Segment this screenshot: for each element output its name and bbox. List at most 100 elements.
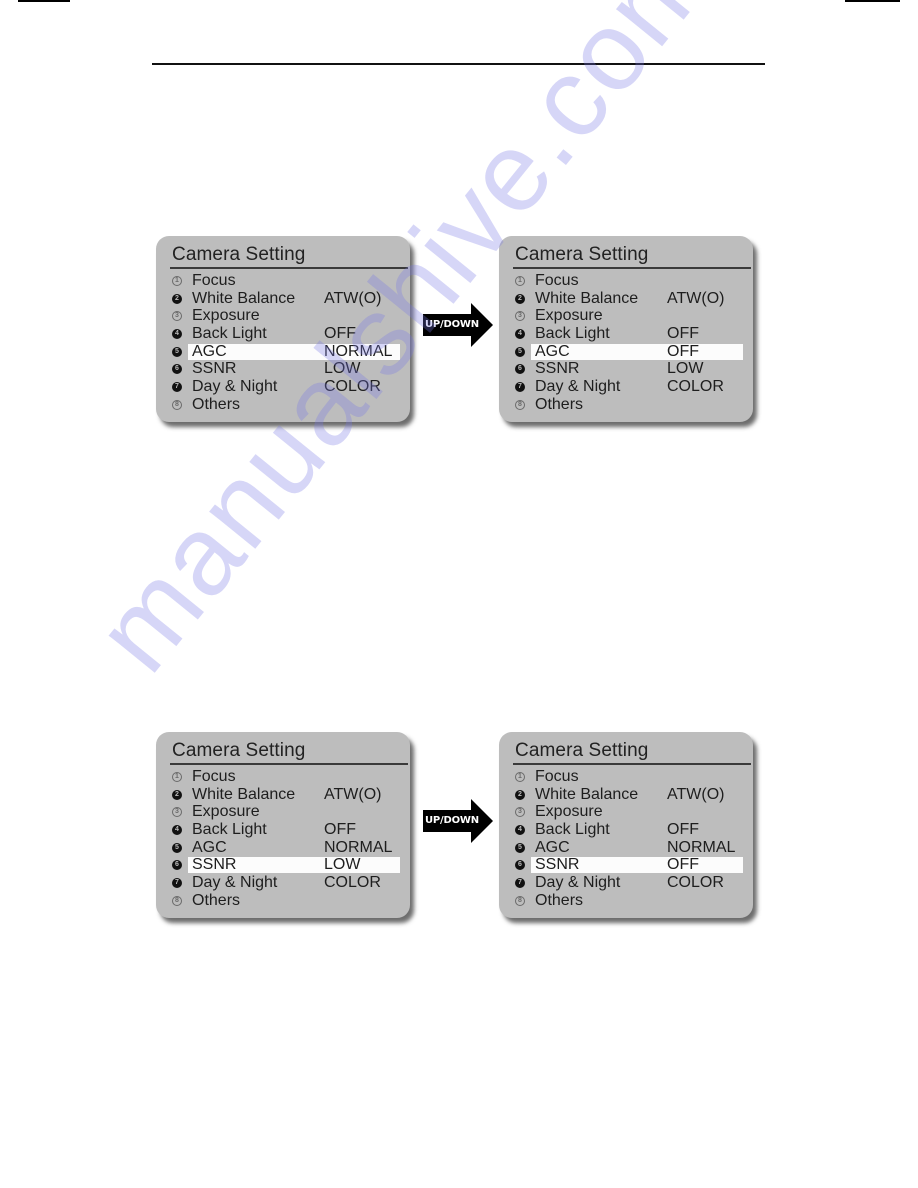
number-circle-icon: 8 bbox=[172, 895, 182, 906]
menu-item-others[interactable]: 8 Others bbox=[513, 396, 741, 414]
number-circle-icon: 4 bbox=[515, 329, 525, 340]
menu-item-others[interactable]: 8 Others bbox=[170, 396, 398, 414]
menu-list: 1 Focus 2 White Balance ATW(O) 3 Exposure 4 Back… bbox=[170, 768, 400, 910]
menu-item-focus[interactable]: 1 Focus bbox=[513, 768, 741, 786]
menu-item-value: OFF bbox=[324, 325, 356, 343]
menu-title: Camera Setting bbox=[172, 740, 306, 761]
menu-item-value: LOW bbox=[324, 856, 361, 874]
menu-item-label: AGC bbox=[535, 342, 570, 360]
menu-item-value: ATW(O) bbox=[667, 785, 725, 803]
menu-item-label: Exposure bbox=[535, 307, 603, 325]
menu-item-value: OFF bbox=[667, 856, 699, 874]
menu-item-value: NORMAL bbox=[667, 838, 736, 856]
menu-item-label: Day & Night bbox=[535, 874, 621, 892]
menu-item-day-night[interactable]: 7 Day & Night COLOR bbox=[513, 378, 741, 396]
number-circle-icon: 3 bbox=[172, 807, 182, 818]
menu-item-focus[interactable]: 1 Focus bbox=[513, 272, 741, 290]
number-circle-icon: 2 bbox=[515, 293, 525, 304]
menu-item-label: Day & Night bbox=[192, 378, 278, 396]
menu-item-exposure[interactable]: 3 Exposure bbox=[513, 307, 741, 325]
menu-item-label: Others bbox=[535, 395, 584, 413]
number-circle-icon: 6 bbox=[515, 364, 525, 375]
menu-item-white-balance[interactable]: 2 White Balance ATW(O) bbox=[513, 786, 741, 804]
number-circle-icon: 4 bbox=[172, 329, 182, 340]
menu-item-ssnr[interactable]: 6 SSNR LOW bbox=[513, 360, 741, 378]
number-circle-icon: 5 bbox=[515, 346, 525, 357]
number-circle-icon: 6 bbox=[172, 860, 182, 871]
menu-item-agc[interactable]: 5 AGC NORMAL bbox=[170, 839, 398, 857]
menu-list: 1 Focus 2 White Balance ATW(O) 3 Exposure 4 Back… bbox=[513, 272, 743, 414]
menu-item-day-night[interactable]: 7 Day & Night COLOR bbox=[513, 874, 741, 892]
menu-item-value: OFF bbox=[667, 821, 699, 839]
number-circle-icon: 2 bbox=[515, 789, 525, 800]
menu-item-white-balance[interactable]: 2 White Balance ATW(O) bbox=[513, 290, 741, 308]
menu-item-value: COLOR bbox=[667, 378, 724, 396]
number-circle-icon: 5 bbox=[172, 842, 182, 853]
menu-item-label: Focus bbox=[192, 272, 236, 289]
header-rule bbox=[152, 63, 765, 65]
number-circle-icon: 6 bbox=[515, 860, 525, 871]
menu-item-label: Day & Night bbox=[535, 378, 621, 396]
menu-item-exposure[interactable]: 3 Exposure bbox=[170, 307, 398, 325]
menu-item-value: LOW bbox=[324, 360, 361, 378]
menu-item-label: SSNR bbox=[192, 360, 237, 378]
arrow-label: UP/DOWN bbox=[425, 815, 479, 826]
menu-item-back-light[interactable]: 4 Back Light OFF bbox=[170, 325, 398, 343]
menu-item-others[interactable]: 8 Others bbox=[170, 892, 398, 910]
number-circle-icon: 2 bbox=[172, 293, 182, 304]
crop-mark-left bbox=[18, 0, 70, 2]
menu-title: Camera Setting bbox=[515, 244, 649, 265]
menu-item-white-balance[interactable]: 2 White Balance ATW(O) bbox=[170, 290, 398, 308]
menu-title: Camera Setting bbox=[515, 740, 649, 761]
number-circle-icon: 5 bbox=[515, 842, 525, 853]
number-circle-icon: 1 bbox=[172, 276, 182, 286]
menu-item-value: NORMAL bbox=[324, 838, 393, 856]
menu-item-day-night[interactable]: 7 Day & Night COLOR bbox=[170, 874, 398, 892]
title-underline bbox=[513, 763, 751, 765]
number-circle-icon: 1 bbox=[515, 276, 525, 286]
menu-item-label: AGC bbox=[535, 838, 570, 856]
number-circle-icon: 3 bbox=[515, 311, 525, 322]
menu-item-exposure[interactable]: 3 Exposure bbox=[170, 803, 398, 821]
number-circle-icon: 4 bbox=[172, 825, 182, 836]
title-underline bbox=[170, 267, 408, 269]
menu-item-agc[interactable]: 5 AGC NORMAL bbox=[513, 839, 741, 857]
menu-item-label: Back Light bbox=[535, 325, 610, 343]
menu-item-value: ATW(O) bbox=[324, 785, 382, 803]
number-circle-icon: 7 bbox=[172, 878, 182, 889]
menu-item-ssnr[interactable]: 6 SSNR OFF bbox=[513, 856, 743, 874]
number-circle-icon: 3 bbox=[515, 807, 525, 818]
title-underline bbox=[513, 267, 751, 269]
osd-menu-agc-before: Camera Setting 1 Focus 2 White Balance ATW(O… bbox=[156, 236, 410, 422]
menu-item-back-light[interactable]: 4 Back Light OFF bbox=[513, 325, 741, 343]
menu-item-ssnr[interactable]: 6 SSNR LOW bbox=[170, 856, 400, 874]
number-circle-icon: 3 bbox=[172, 311, 182, 322]
menu-item-ssnr[interactable]: 6 SSNR LOW bbox=[170, 360, 398, 378]
menu-item-agc[interactable]: 5 AGC NORMAL bbox=[170, 343, 400, 361]
number-circle-icon: 8 bbox=[515, 895, 525, 906]
menu-item-others[interactable]: 8 Others bbox=[513, 892, 741, 910]
menu-item-value: OFF bbox=[667, 342, 699, 360]
crop-mark-right bbox=[845, 0, 900, 2]
menu-item-label: Back Light bbox=[192, 821, 267, 839]
menu-item-label: Exposure bbox=[192, 803, 260, 821]
menu-item-back-light[interactable]: 4 Back Light OFF bbox=[170, 821, 398, 839]
menu-item-label: SSNR bbox=[535, 360, 580, 378]
menu-item-value: COLOR bbox=[324, 874, 381, 892]
menu-item-value: OFF bbox=[324, 821, 356, 839]
number-circle-icon: 8 bbox=[515, 399, 525, 410]
menu-item-exposure[interactable]: 3 Exposure bbox=[513, 803, 741, 821]
osd-menu-agc-after: Camera Setting 1 Focus 2 White Balance ATW(O… bbox=[499, 236, 753, 422]
menu-item-day-night[interactable]: 7 Day & Night COLOR bbox=[170, 378, 398, 396]
menu-item-focus[interactable]: 1 Focus bbox=[170, 768, 398, 786]
menu-item-agc[interactable]: 5 AGC OFF bbox=[513, 342, 743, 361]
menu-item-focus[interactable]: 1 Focus bbox=[170, 272, 398, 290]
osd-menu-ssnr-after: Camera Setting 1 Focus 2 White Balance ATW(O… bbox=[499, 732, 753, 918]
menu-item-value: OFF bbox=[667, 325, 699, 343]
menu-item-label: SSNR bbox=[192, 856, 237, 874]
osd-menu-ssnr-before: Camera Setting 1 Focus 2 White Balance ATW(O… bbox=[156, 732, 410, 918]
menu-item-white-balance[interactable]: 2 White Balance ATW(O) bbox=[170, 786, 398, 804]
number-circle-icon: 7 bbox=[172, 382, 182, 393]
arrow-label: UP/DOWN bbox=[425, 319, 479, 330]
menu-item-back-light[interactable]: 4 Back Light OFF bbox=[513, 821, 741, 839]
